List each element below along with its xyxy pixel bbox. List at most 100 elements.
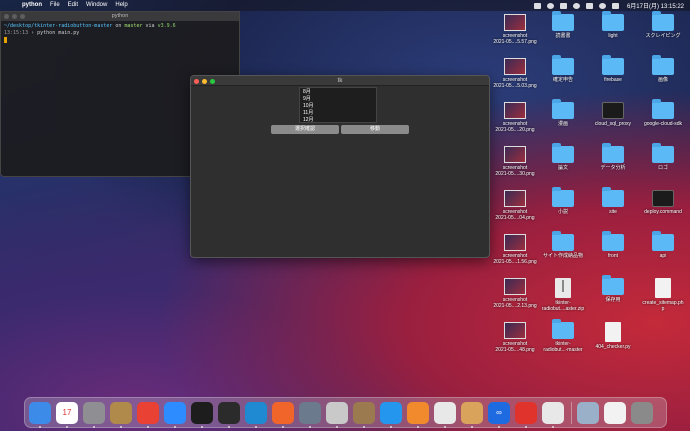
desktop-icon-shot[interactable]: screenshot 2021-05....5.03.png bbox=[490, 58, 540, 89]
terminal-line-2: 13:15:13 › python main.py bbox=[4, 30, 80, 36]
shot-icon bbox=[504, 146, 526, 163]
terminal-content[interactable]: ~/desktop/tkinter-radiobutton-master on … bbox=[1, 21, 239, 47]
finder-icon[interactable] bbox=[29, 401, 51, 428]
status-sync-icon[interactable] bbox=[546, 2, 554, 9]
desktop-icon-folder[interactable]: 論文 bbox=[538, 143, 588, 171]
exec-icon bbox=[652, 190, 674, 207]
vscode-icon[interactable] bbox=[245, 401, 267, 428]
menu-edit[interactable]: Edit bbox=[68, 0, 78, 11]
menu-file[interactable]: File bbox=[50, 0, 60, 11]
desktop-icon-label: light bbox=[608, 33, 618, 39]
desktop-icon-shot[interactable]: screenshot 2021-05....1.56.png bbox=[490, 234, 540, 265]
desktop-icon-doc[interactable]: create_sitemap.ph p bbox=[638, 278, 688, 312]
status-wifi-icon[interactable] bbox=[572, 2, 580, 9]
tk-titlebar[interactable]: tk bbox=[191, 76, 489, 86]
desktop-icon-folder[interactable]: 読書書 bbox=[538, 11, 588, 39]
terminal-titlebar[interactable]: python bbox=[1, 12, 239, 21]
folder-icon bbox=[552, 231, 574, 251]
close-button[interactable] bbox=[194, 78, 199, 84]
trash-icon[interactable] bbox=[631, 401, 653, 424]
desktop-icon-exec[interactable]: deploy.command bbox=[638, 190, 688, 215]
safari-icon[interactable] bbox=[272, 401, 294, 428]
desktop-icon-folder[interactable]: データ分析 bbox=[588, 143, 638, 171]
close-button[interactable] bbox=[4, 14, 9, 19]
system-preferences-icon[interactable] bbox=[83, 401, 105, 428]
desktop-icon-shot[interactable]: screenshot 2021-05....04.png bbox=[490, 190, 540, 221]
calendar-icon[interactable]: 17 bbox=[56, 401, 78, 428]
apple-menu-icon[interactable] bbox=[8, 2, 14, 9]
desktop-icon-shot[interactable]: screenshot 2021-05....30.png bbox=[490, 146, 540, 177]
docker-icon[interactable] bbox=[380, 401, 402, 428]
shot-icon bbox=[504, 102, 526, 119]
list-item[interactable]: 8月 bbox=[303, 89, 373, 96]
desktop-icon-zip[interactable]: tkinter-radiobut....aster.zip bbox=[538, 278, 588, 312]
desktop-icon-doc[interactable]: 404_checker.py bbox=[588, 322, 638, 350]
sequel-icon[interactable] bbox=[326, 401, 348, 428]
desktop-icon-folder[interactable]: ロゴ bbox=[638, 143, 688, 171]
desktop-icon-folder[interactable]: サイト作成納品物 bbox=[538, 231, 588, 259]
desktop-icon-folder[interactable]: api bbox=[638, 231, 688, 259]
desktop-icon-shot[interactable]: screenshot 2021-05....20.png bbox=[490, 102, 540, 133]
status-control-center-icon[interactable] bbox=[611, 2, 619, 9]
desktop-icon-folder[interactable]: firebase bbox=[588, 55, 638, 83]
terminal-icon[interactable] bbox=[191, 401, 213, 428]
status-bluetooth-icon[interactable] bbox=[559, 2, 567, 9]
desktop-icon-exec[interactable]: cloud_sql_proxy bbox=[588, 102, 638, 127]
desktop-icon-shot[interactable]: screenshot 2021-05....2.13.png bbox=[490, 278, 540, 309]
tk-window: tk 8月 9月 10月 11月 12月 選択確認 移動 bbox=[190, 75, 490, 258]
doc-icon bbox=[655, 278, 671, 298]
running-indicator bbox=[201, 425, 203, 428]
desktop-icon-folder[interactable]: スクレイピング bbox=[638, 11, 688, 39]
archive-icon[interactable] bbox=[353, 401, 375, 428]
zoom-icon[interactable] bbox=[164, 401, 186, 428]
preview-icon[interactable] bbox=[461, 401, 483, 428]
list-item[interactable]: 9月 bbox=[303, 96, 373, 103]
infinity-icon[interactable]: ∞ bbox=[488, 401, 510, 428]
sourcetree-icon[interactable] bbox=[407, 401, 429, 428]
desktop-icon-shot[interactable]: screenshot 2021-05....48.png bbox=[490, 322, 540, 353]
quicktime-icon[interactable] bbox=[299, 401, 321, 428]
document-stack-icon[interactable] bbox=[604, 401, 626, 424]
desktop-icon-folder[interactable]: google-cloud-sdk bbox=[638, 99, 688, 127]
clock-icon[interactable] bbox=[515, 401, 537, 428]
minimize-button[interactable] bbox=[202, 78, 207, 84]
desktop-icon-folder[interactable]: 画像 bbox=[638, 55, 688, 83]
desktop-icon-folder[interactable]: tkinter-radiobut...-master bbox=[538, 319, 588, 353]
desktop-icon-folder[interactable]: 確定申告 bbox=[538, 55, 588, 83]
desktop-icon-folder[interactable]: light bbox=[588, 11, 638, 39]
menu-app-name[interactable]: python bbox=[22, 0, 42, 11]
desktop-icon-folder[interactable]: 小説 bbox=[538, 187, 588, 215]
desktop-icon-folder[interactable]: 漫画 bbox=[538, 99, 588, 127]
desktop-icon-sublabel: 2021-05....48.png bbox=[495, 347, 535, 353]
menu-window[interactable]: Window bbox=[86, 0, 107, 11]
list-item[interactable]: 11月 bbox=[303, 110, 373, 117]
chrome-icon[interactable] bbox=[137, 401, 159, 428]
desktop-icon-sublabel: radiobut...-master bbox=[543, 347, 583, 353]
move-button[interactable]: 移動 bbox=[341, 125, 409, 134]
notes-icon[interactable] bbox=[110, 401, 132, 428]
postgres-icon[interactable] bbox=[434, 401, 456, 428]
status-battery-icon[interactable] bbox=[585, 2, 593, 9]
desktop-icon-folder[interactable]: 保存用 bbox=[588, 275, 638, 303]
downloads-stack-icon[interactable] bbox=[577, 401, 599, 424]
terminal-2-icon[interactable] bbox=[218, 401, 240, 428]
folder-icon bbox=[552, 187, 574, 207]
folder-icon bbox=[552, 99, 574, 119]
desktop-icon-label: 漫画 bbox=[557, 121, 568, 127]
list-item[interactable]: 12月 bbox=[303, 117, 373, 124]
zoom-button[interactable] bbox=[20, 14, 25, 19]
desktop-icon-shot[interactable]: screenshot 2021-05....5.57.png bbox=[490, 14, 540, 45]
books-icon[interactable] bbox=[542, 401, 564, 428]
minimize-button[interactable] bbox=[12, 14, 17, 19]
shot-icon bbox=[504, 58, 526, 75]
status-app-icon[interactable] bbox=[533, 2, 541, 9]
zoom-button[interactable] bbox=[210, 78, 215, 84]
month-listbox[interactable]: 8月 9月 10月 11月 12月 bbox=[299, 87, 377, 123]
status-search-icon[interactable] bbox=[598, 2, 606, 9]
list-item[interactable]: 10月 bbox=[303, 103, 373, 110]
desktop-icon-folder[interactable]: front bbox=[588, 231, 638, 259]
menu-help[interactable]: Help bbox=[115, 0, 127, 11]
confirm-selection-button[interactable]: 選択確認 bbox=[271, 125, 339, 134]
menubar-clock[interactable]: 6月17日(月) 13:15:22 bbox=[627, 1, 684, 10]
desktop-icon-folder[interactable]: site bbox=[588, 187, 638, 215]
